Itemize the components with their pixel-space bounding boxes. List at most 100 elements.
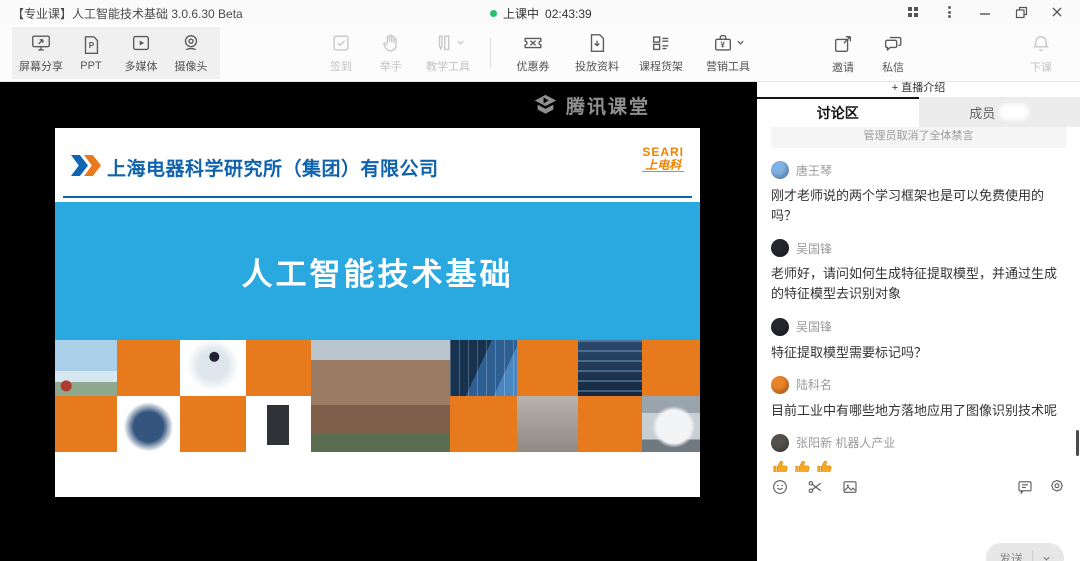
class-tools-group: 签到 举手 教学工具 [316, 32, 480, 74]
avatar [771, 434, 789, 452]
tencent-classroom-window: 【专业课】人工智能技术基础 3.0.6.30 Beta 上课中 02:43:39 [0, 0, 1080, 561]
live-status-dot-icon [490, 10, 497, 17]
teaching-tools-icon [432, 32, 465, 54]
camera-icon [180, 32, 202, 54]
orange-tile [55, 396, 117, 452]
screenshot-scissors-icon[interactable] [806, 478, 824, 496]
photo-electric-motor [117, 396, 180, 452]
chevron-down-icon[interactable] [1042, 554, 1051, 561]
chat-message: 吴国锋 老师好，请问如何生成特征提取模型，并通过生成的特征模型去识别对象 [771, 239, 1066, 304]
camera-button[interactable]: 摄像头 [166, 32, 216, 74]
window-title: 【专业课】人工智能技术基础 3.0.6.30 Beta [12, 5, 243, 22]
ppt-icon: P [80, 34, 102, 56]
device-group: 屏幕分享 P PPT 多媒体 [12, 27, 220, 79]
button-label: 下课 [1030, 59, 1052, 75]
button-label: 邀请 [832, 59, 854, 75]
private-message-button[interactable]: 私信 [868, 33, 918, 75]
end-class-button[interactable]: 下课 [1016, 33, 1066, 75]
course-shelf-icon [650, 32, 672, 54]
button-label: 课程货架 [639, 58, 683, 74]
sender-name: 吴国锋 [796, 318, 832, 335]
marketing-group: 优惠券 投放资料 课程货架 [501, 32, 763, 74]
svg-text:P: P [89, 41, 95, 50]
main-toolbar: 屏幕分享 P PPT 多媒体 [0, 24, 1080, 82]
coupon-button[interactable]: 优惠券 [501, 32, 565, 74]
chat-scrollbar[interactable] [1076, 430, 1079, 456]
orange-tile [642, 340, 700, 396]
sign-in-icon [330, 32, 352, 54]
orange-tile [450, 396, 517, 452]
orange-tile [578, 396, 642, 452]
sender-name: 吴国锋 [796, 240, 832, 257]
photo-wind-turbine [55, 340, 117, 396]
course-shelf-button[interactable]: 课程货架 [629, 32, 693, 74]
button-label: 屏幕分享 [19, 58, 63, 74]
raise-hand-button[interactable]: 举手 [366, 32, 416, 74]
layout-grid-icon[interactable] [900, 1, 926, 23]
presentation-slide: 上海电器科学研究所（集团）有限公司 SEARI 上电科 人工智能技术基础 [55, 128, 700, 497]
send-button[interactable]: 发送 [986, 543, 1064, 561]
photo-car [642, 396, 700, 452]
seari-logo: SEARI 上电科 [642, 146, 684, 172]
multimedia-icon [130, 32, 152, 54]
sign-in-button[interactable]: 签到 [316, 32, 366, 74]
title-bar: 【专业课】人工智能技术基础 3.0.6.30 Beta 上课中 02:43:39 [0, 0, 1080, 24]
discussion-message-list: 管理员取消了全体禁言 唐王琴 刚才老师说的两个学习框架也是可以免费使用的吗？ 吴… [757, 127, 1080, 472]
button-label: 摄像头 [175, 58, 208, 74]
sender-name: 唐王琴 [796, 162, 832, 179]
avatar [771, 239, 789, 257]
send-button-label: 发送 [999, 550, 1023, 561]
watermark-text: 腾讯课堂 [566, 92, 650, 119]
slide-title: 人工智能技术基础 [242, 249, 514, 294]
message-display-settings-icon[interactable] [1016, 478, 1034, 496]
ppt-button[interactable]: P PPT [66, 34, 116, 72]
emoji-picker-icon[interactable] [771, 478, 789, 496]
toolbar-divider [490, 38, 491, 68]
multimedia-button[interactable]: 多媒体 [116, 32, 166, 74]
avatar [771, 318, 789, 336]
button-label: 私信 [882, 59, 904, 75]
send-image-icon[interactable] [841, 478, 859, 496]
close-button[interactable] [1044, 1, 1070, 23]
classroom-logo-icon [532, 92, 559, 119]
tab-members[interactable]: 成员 [919, 97, 1080, 127]
orange-tile [246, 340, 311, 396]
marketing-tools-button[interactable]: ¥ 营销工具 [693, 32, 763, 74]
video-stage: 腾讯课堂 上海电器科学研究所（集团）有限公司 SEARI 上电科 人工智能技术基… [0, 82, 757, 561]
sender-name: 陆科名 [796, 376, 832, 393]
message-emoji-row [771, 458, 1066, 472]
seari-logo-cn: 上电科 [642, 159, 684, 173]
button-label: 教学工具 [426, 58, 470, 74]
screen-share-icon [30, 32, 52, 54]
button-label: PPT [80, 60, 101, 72]
photo-checkerboard-strip [55, 340, 700, 452]
more-menu-icon[interactable] [936, 1, 962, 23]
button-label: 举手 [380, 58, 402, 74]
message-text: 特征提取模型需要标记吗？ [771, 343, 1066, 363]
panel-tabs: 讨论区 成员 [757, 97, 1080, 127]
seari-logo-text: SEARI [642, 146, 684, 159]
materials-button[interactable]: 投放资料 [565, 32, 629, 74]
window-controls [900, 0, 1070, 24]
chat-settings-gear-icon[interactable] [1048, 478, 1066, 496]
class-status-label: 上课中 [503, 5, 539, 22]
minimize-button[interactable] [972, 1, 998, 23]
invite-button[interactable]: 邀请 [818, 33, 868, 75]
chat-input-toolbar [757, 474, 1080, 500]
avatar [771, 376, 789, 394]
tab-discussion[interactable]: 讨论区 [757, 97, 919, 127]
add-live-intro-button[interactable]: + 直播介绍 [757, 82, 1080, 97]
screen-share-button[interactable]: 屏幕分享 [16, 32, 66, 74]
teaching-tools-button[interactable]: 教学工具 [416, 32, 480, 74]
chat-message: 唐王琴 刚才老师说的两个学习框架也是可以免费使用的吗？ [771, 161, 1066, 226]
invite-icon [832, 33, 854, 55]
side-panel: + 直播介绍 讨论区 成员 管理员取消了全体禁言 唐王琴 刚才老师说的两个学习框… [757, 82, 1080, 561]
button-label: 投放资料 [575, 58, 619, 74]
message-text: 老师好，请问如何生成特征提取模型，并通过生成的特征模型去识别对象 [771, 264, 1066, 304]
tencent-classroom-watermark: 腾讯课堂 [532, 92, 650, 119]
member-count-blur [999, 104, 1029, 120]
restore-button[interactable] [1008, 1, 1034, 23]
thumbs-up-emoji [793, 458, 812, 472]
button-label: 优惠券 [517, 58, 550, 74]
tab-members-label: 成员 [969, 103, 995, 122]
